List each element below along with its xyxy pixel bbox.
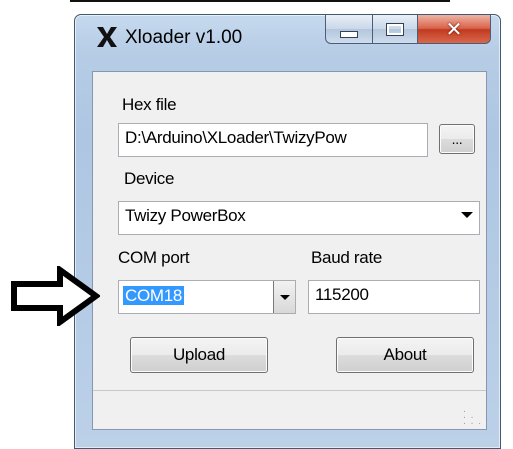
baud-rate-label: Baud rate <box>311 248 383 267</box>
com-port-dropdown-button[interactable] <box>273 281 295 313</box>
about-button[interactable]: About <box>336 337 474 373</box>
browse-button[interactable]: ... <box>439 124 475 154</box>
window-title: Xloader v1.00 <box>125 27 243 48</box>
hex-file-label: Hex file <box>122 95 177 114</box>
device-dropdown[interactable]: Twizy PowerBox <box>118 201 480 235</box>
baud-rate-input[interactable]: 115200 <box>308 280 480 314</box>
close-icon: ✕ <box>445 17 463 41</box>
background-edge <box>70 0 450 2</box>
com-port-value: COM18 <box>123 286 185 305</box>
minimize-icon <box>340 30 358 38</box>
hex-file-input[interactable]: D:\Arduino\XLoader\TwizyPow <box>118 123 428 157</box>
client-area: Hex file D:\Arduino\XLoader\TwizyPow ...… <box>92 71 487 430</box>
device-label: Device <box>124 169 175 188</box>
chevron-down-icon <box>461 212 473 218</box>
minimize-button[interactable] <box>325 15 373 44</box>
maximize-button[interactable] <box>373 15 418 44</box>
xloader-window: Xloader v1.00 ✕ Hex file D:\Arduino\XLoa… <box>74 14 501 449</box>
x-logo-icon <box>97 27 117 47</box>
com-port-label: COM port <box>118 248 190 267</box>
upload-button[interactable]: Upload <box>130 337 268 373</box>
device-value: Twizy PowerBox <box>125 206 246 225</box>
caption-buttons: ✕ <box>325 15 491 45</box>
maximize-icon <box>387 23 403 35</box>
right-arrow-icon <box>11 266 100 326</box>
status-bar: .. .. . . <box>93 390 486 429</box>
com-port-selection: COM18 <box>123 286 185 306</box>
chevron-down-icon <box>279 294 290 300</box>
resize-grip-icon[interactable]: .. .. . . <box>463 405 482 427</box>
close-button[interactable]: ✕ <box>418 15 491 44</box>
com-port-dropdown[interactable]: COM18 <box>118 280 296 314</box>
